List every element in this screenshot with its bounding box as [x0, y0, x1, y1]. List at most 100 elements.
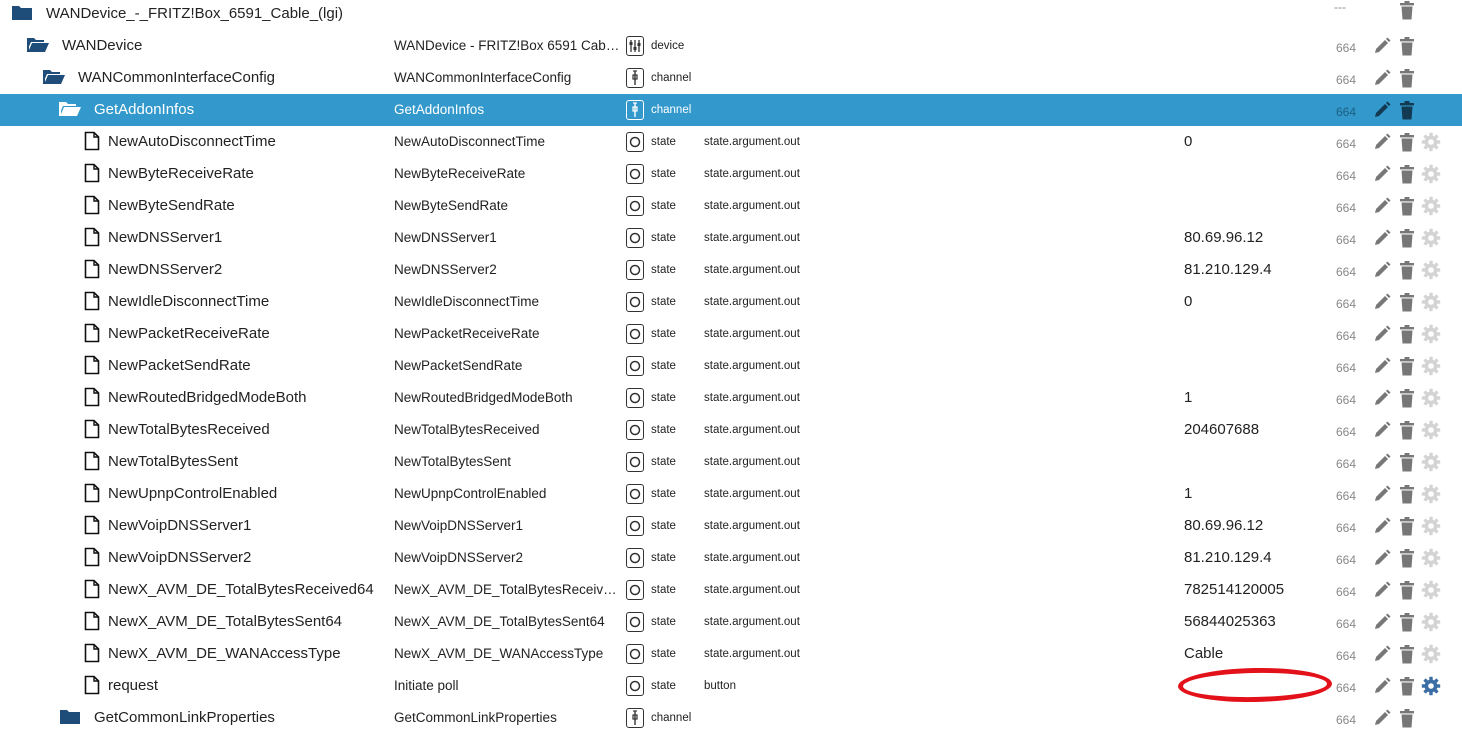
- object-value[interactable]: Cable: [1184, 645, 1223, 662]
- settings-gear-icon[interactable]: [1421, 260, 1441, 280]
- settings-gear-icon[interactable]: [1421, 452, 1441, 472]
- edit-pencil-icon[interactable]: [1372, 612, 1392, 632]
- edit-pencil-icon[interactable]: [1372, 68, 1392, 88]
- edit-pencil-icon[interactable]: [1372, 132, 1392, 152]
- delete-trash-icon[interactable]: [1397, 260, 1417, 280]
- delete-trash-icon[interactable]: [1397, 452, 1417, 472]
- object-value[interactable]: 782514120005: [1184, 581, 1284, 598]
- tree-row[interactable]: request Initiate poll state button 664: [0, 670, 1462, 702]
- tree-row[interactable]: NewX_AVM_DE_WANAccessType NewX_AVM_DE_WAN…: [0, 638, 1462, 670]
- edit-pencil-icon[interactable]: [1372, 548, 1392, 568]
- edit-pencil-icon[interactable]: [1372, 388, 1392, 408]
- settings-gear-icon[interactable]: [1421, 548, 1441, 568]
- tree-row[interactable]: NewVoipDNSServer1 NewVoipDNSServer1 state s…: [0, 510, 1462, 542]
- tree-row[interactable]: GetAddonInfos GetAddonInfos channel 664: [0, 94, 1462, 126]
- edit-pencil-icon[interactable]: [1372, 292, 1392, 312]
- edit-pencil-icon[interactable]: [1372, 708, 1392, 728]
- folder-open-icon[interactable]: [26, 34, 50, 56]
- edit-pencil-icon[interactable]: [1372, 356, 1392, 376]
- delete-trash-icon[interactable]: [1397, 68, 1417, 88]
- edit-pencil-icon[interactable]: [1372, 260, 1392, 280]
- delete-trash-icon[interactable]: [1397, 644, 1417, 664]
- tree-row[interactable]: WANDevice_-_FRITZ!Box_6591_Cable_(lgi) --…: [0, 0, 1462, 30]
- tree-row[interactable]: NewVoipDNSServer2 NewVoipDNSServer2 state s…: [0, 542, 1462, 574]
- settings-gear-icon[interactable]: [1421, 132, 1441, 152]
- delete-trash-icon[interactable]: [1397, 100, 1417, 120]
- delete-trash-icon[interactable]: [1397, 164, 1417, 184]
- settings-gear-icon[interactable]: [1421, 676, 1441, 696]
- edit-pencil-icon[interactable]: [1372, 484, 1392, 504]
- settings-gear-icon[interactable]: [1421, 516, 1441, 536]
- object-value[interactable]: 0: [1184, 293, 1192, 310]
- tree-row[interactable]: NewAutoDisconnectTime NewAutoDisconnectTi…: [0, 126, 1462, 158]
- edit-pencil-icon[interactable]: [1372, 324, 1392, 344]
- edit-pencil-icon[interactable]: [1372, 164, 1392, 184]
- tree-row[interactable]: NewTotalBytesReceived NewTotalBytesReceiv…: [0, 414, 1462, 446]
- delete-trash-icon[interactable]: [1397, 228, 1417, 248]
- object-value[interactable]: 80.69.96.12: [1184, 517, 1263, 534]
- tree-row[interactable]: NewX_AVM_DE_TotalBytesReceived64 NewX_AVM…: [0, 574, 1462, 606]
- edit-pencil-icon[interactable]: [1372, 420, 1392, 440]
- tree-row[interactable]: NewPacketReceiveRate NewPacketReceiveRate…: [0, 318, 1462, 350]
- delete-trash-icon[interactable]: [1397, 420, 1417, 440]
- object-value[interactable]: 81.210.129.4: [1184, 549, 1272, 566]
- delete-trash-icon[interactable]: [1397, 292, 1417, 312]
- delete-trash-icon[interactable]: [1397, 388, 1417, 408]
- settings-gear-icon[interactable]: [1421, 388, 1441, 408]
- delete-trash-icon[interactable]: [1397, 132, 1417, 152]
- settings-gear-icon[interactable]: [1421, 484, 1441, 504]
- folder-icon[interactable]: [10, 2, 34, 24]
- edit-pencil-icon[interactable]: [1372, 100, 1392, 120]
- edit-pencil-icon[interactable]: [1372, 580, 1392, 600]
- delete-trash-icon[interactable]: [1397, 36, 1417, 56]
- settings-gear-icon[interactable]: [1421, 164, 1441, 184]
- settings-gear-icon[interactable]: [1421, 228, 1441, 248]
- delete-trash-icon[interactable]: [1397, 0, 1417, 20]
- edit-pencil-icon[interactable]: [1372, 676, 1392, 696]
- object-value[interactable]: 81.210.129.4: [1184, 261, 1272, 278]
- delete-trash-icon[interactable]: [1397, 612, 1417, 632]
- tree-row[interactable]: NewByteSendRate NewByteSendRate state state…: [0, 190, 1462, 222]
- edit-pencil-icon[interactable]: [1372, 452, 1392, 472]
- tree-row[interactable]: NewTotalBytesSent NewTotalBytesSent state s…: [0, 446, 1462, 478]
- object-value[interactable]: 1: [1184, 485, 1192, 502]
- delete-trash-icon[interactable]: [1397, 324, 1417, 344]
- tree-row[interactable]: NewPacketSendRate NewPacketSendRate state s…: [0, 350, 1462, 382]
- settings-gear-icon[interactable]: [1421, 420, 1441, 440]
- object-value[interactable]: 204607688: [1184, 421, 1259, 438]
- object-value[interactable]: 1: [1184, 389, 1192, 406]
- object-value[interactable]: 56844025363: [1184, 613, 1276, 630]
- settings-gear-icon[interactable]: [1421, 196, 1441, 216]
- delete-trash-icon[interactable]: [1397, 580, 1417, 600]
- tree-row[interactable]: NewIdleDisconnectTime NewIdleDisconnectTi…: [0, 286, 1462, 318]
- edit-pencil-icon[interactable]: [1372, 228, 1392, 248]
- settings-gear-icon[interactable]: [1421, 644, 1441, 664]
- delete-trash-icon[interactable]: [1397, 708, 1417, 728]
- tree-row[interactable]: NewByteReceiveRate NewByteReceiveRate stat…: [0, 158, 1462, 190]
- settings-gear-icon[interactable]: [1421, 324, 1441, 344]
- settings-gear-icon[interactable]: [1421, 356, 1441, 376]
- edit-pencil-icon[interactable]: [1372, 516, 1392, 536]
- tree-row[interactable]: NewX_AVM_DE_TotalBytesSent64 NewX_AVM_DE_…: [0, 606, 1462, 638]
- tree-row[interactable]: NewRoutedBridgedModeBoth NewRoutedBridged…: [0, 382, 1462, 414]
- delete-trash-icon[interactable]: [1397, 676, 1417, 696]
- delete-trash-icon[interactable]: [1397, 484, 1417, 504]
- folder-icon[interactable]: [58, 706, 82, 728]
- object-value[interactable]: 80.69.96.12: [1184, 229, 1263, 246]
- edit-pencil-icon[interactable]: [1372, 644, 1392, 664]
- tree-row[interactable]: WANDevice WANDevice - FRITZ!Box 6591 Cabl…: [0, 30, 1462, 62]
- settings-gear-icon[interactable]: [1421, 612, 1441, 632]
- delete-trash-icon[interactable]: [1397, 548, 1417, 568]
- edit-pencil-icon[interactable]: [1372, 36, 1392, 56]
- tree-row[interactable]: NewDNSServer1 NewDNSServer1 state state.arg…: [0, 222, 1462, 254]
- tree-row[interactable]: NewUpnpControlEnabled NewUpnpControlEnabl…: [0, 478, 1462, 510]
- folder-open-icon[interactable]: [58, 98, 82, 120]
- settings-gear-icon[interactable]: [1421, 292, 1441, 312]
- delete-trash-icon[interactable]: [1397, 516, 1417, 536]
- tree-row[interactable]: NewDNSServer2 NewDNSServer2 state state.arg…: [0, 254, 1462, 286]
- delete-trash-icon[interactable]: [1397, 356, 1417, 376]
- edit-pencil-icon[interactable]: [1372, 196, 1392, 216]
- delete-trash-icon[interactable]: [1397, 196, 1417, 216]
- tree-row[interactable]: WANCommonInterfaceConfig WANCommonInterfa…: [0, 62, 1462, 94]
- settings-gear-icon[interactable]: [1421, 580, 1441, 600]
